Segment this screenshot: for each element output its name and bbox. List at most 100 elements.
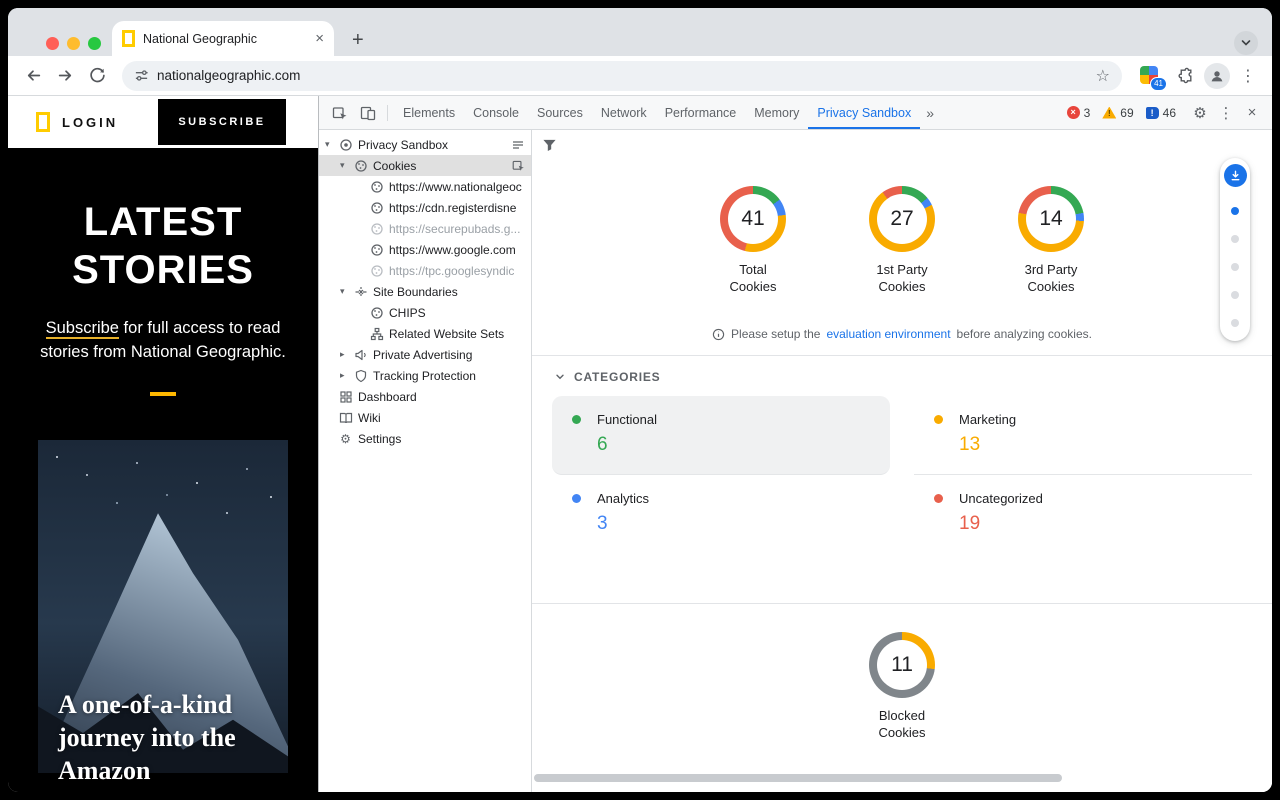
blocked-cookies-donut: 11 [869,632,935,698]
blocked-cookies-value: 11 [891,653,913,677]
back-button[interactable] [20,63,46,89]
promo-text: Subscribe for full access to read storie… [25,316,301,364]
site-settings-icon[interactable] [134,68,149,83]
marketing-count: 13 [959,434,1236,456]
expander-icon[interactable]: ▸ [340,370,353,381]
tree-item-url-nationalgeographic[interactable]: https://www.nationalgeoc [319,176,531,197]
inspect-element-icon[interactable] [327,100,353,126]
browser-window: National Geographic × + nationalgeograph… [8,8,1272,792]
tree-item-chips[interactable]: CHIPS [319,302,531,323]
hero-article[interactable]: A one-of-a-kind journey into the Amazon [38,440,288,773]
functional-dot-icon [572,415,581,424]
category-functional[interactable]: Functional 6 [552,396,890,475]
tree-item-related-website-sets[interactable]: Related Website Sets [319,323,531,344]
category-uncategorized[interactable]: Uncategorized 19 [914,475,1252,553]
tree-item-url-registerdisney[interactable]: https://cdn.registerdisne [319,197,531,218]
privacy-sandbox-extension-icon[interactable]: 41 [1140,66,1160,86]
section-dot[interactable] [1231,291,1239,299]
section-divider [532,603,1272,604]
console-counters[interactable]: × 3 ! 69 ! 46 [1067,106,1176,120]
settings-gear-icon[interactable]: ⚙ [1188,104,1212,122]
tab-search-chevron-icon[interactable] [1234,31,1258,55]
analytics-count: 3 [597,513,874,535]
tree-item-url-google[interactable]: https://www.google.com [319,239,531,260]
tree-item-settings[interactable]: ⚙ Settings [319,428,531,449]
blocked-cookies-label: Blocked Cookies [856,707,948,741]
tree-item-privacy-sandbox[interactable]: ▾ Privacy Sandbox [319,134,531,155]
devtools-menu-icon[interactable]: ⋮ [1214,104,1238,122]
private-advertising-icon [353,347,368,362]
download-report-button[interactable] [1224,164,1247,187]
expander-icon[interactable]: ▾ [340,286,353,297]
tree-item-private-advertising[interactable]: ▸ Private Advertising [319,344,531,365]
section-dot[interactable] [1231,319,1239,327]
error-count: 3 [1084,106,1091,120]
divider [387,105,388,121]
profile-avatar[interactable] [1204,63,1230,89]
category-analytics[interactable]: Analytics 3 [552,475,890,553]
tab-close-icon[interactable]: × [315,30,324,47]
bookmark-star-icon[interactable]: ☆ [1096,66,1110,86]
uncategorized-dot-icon [934,494,943,503]
sidebar-menu-icon[interactable] [511,138,531,152]
filter-icon[interactable] [542,138,557,153]
login-link[interactable]: LOGIN [62,115,118,130]
extensions-puzzle-icon[interactable] [1172,63,1198,89]
section-dot-active[interactable] [1231,207,1239,215]
hero-caption[interactable]: A one-of-a-kind journey into the Amazon [58,688,276,787]
expander-icon[interactable]: ▸ [340,349,353,360]
expander-icon[interactable]: ▾ [340,160,353,171]
tab-network[interactable]: Network [592,96,656,129]
tree-item-site-boundaries[interactable]: ▾ Site Boundaries [319,281,531,302]
tab-performance[interactable]: Performance [656,96,746,129]
section-dot[interactable] [1231,263,1239,271]
promo-subscribe-link[interactable]: Subscribe [46,319,119,339]
browser-menu-icon[interactable]: ⋮ [1236,66,1260,86]
tree-item-url-googlesyndication[interactable]: https://tpc.googlesyndic [319,260,531,281]
natgeo-logo-icon[interactable] [36,112,50,132]
total-cookies-donut: 41 [720,186,786,252]
headline-line-1: LATEST [8,198,318,246]
subscribe-button[interactable]: SUBSCRIBE [158,99,286,145]
tab-memory[interactable]: Memory [745,96,808,129]
headline-line-2: STORIES [8,246,318,294]
evaluation-environment-link[interactable]: evaluation environment [826,327,950,341]
marketing-dot-icon [934,415,943,424]
url-text[interactable]: nationalgeographic.com [157,68,1088,83]
close-window-button[interactable] [46,37,59,50]
maximize-window-button[interactable] [88,37,101,50]
tree-item-cookies[interactable]: ▾ Cookies [319,155,531,176]
close-devtools-icon[interactable]: × [1240,104,1264,121]
devtools-controls: ⚙ ⋮ × [1188,104,1264,122]
new-tab-button[interactable]: + [352,30,364,50]
warning-icon: ! [1102,107,1116,119]
forward-button[interactable] [52,63,78,89]
tab-elements[interactable]: Elements [394,96,464,129]
chevron-down-icon[interactable] [554,371,566,383]
tree-item-tracking-protection[interactable]: ▸ Tracking Protection [319,365,531,386]
window-controls [46,37,101,50]
third-party-cookies-chart: 14 3rd Party Cookies [1005,186,1097,295]
tab-sources[interactable]: Sources [528,96,592,129]
more-tabs-icon[interactable]: » [920,105,940,121]
tab-privacy-sandbox[interactable]: Privacy Sandbox [808,96,920,129]
tree-item-wiki[interactable]: Wiki [319,407,531,428]
categories-header[interactable]: CATEGORIES [532,356,1272,394]
tree-item-dashboard[interactable]: Dashboard [319,386,531,407]
tab-console[interactable]: Console [464,96,528,129]
section-dot[interactable] [1231,235,1239,243]
minimize-window-button[interactable] [67,37,80,50]
devtools-toolbar: Elements Console Sources Network Perform… [319,96,1272,130]
inspect-cookies-icon[interactable] [512,159,531,172]
tracking-protection-icon [353,368,368,383]
expander-icon[interactable]: ▾ [325,139,338,150]
error-icon: × [1067,106,1080,119]
cookie-donut-charts: 41 Total Cookies 27 [532,186,1272,295]
tree-item-url-securepubads[interactable]: https://securepubads.g... [319,218,531,239]
address-bar[interactable]: nationalgeographic.com ☆ [122,61,1122,91]
category-marketing[interactable]: Marketing 13 [914,396,1252,475]
reload-button[interactable] [84,63,110,89]
device-toolbar-icon[interactable] [355,100,381,126]
browser-tab[interactable]: National Geographic × [112,21,334,56]
horizontal-scrollbar[interactable] [534,774,1062,782]
